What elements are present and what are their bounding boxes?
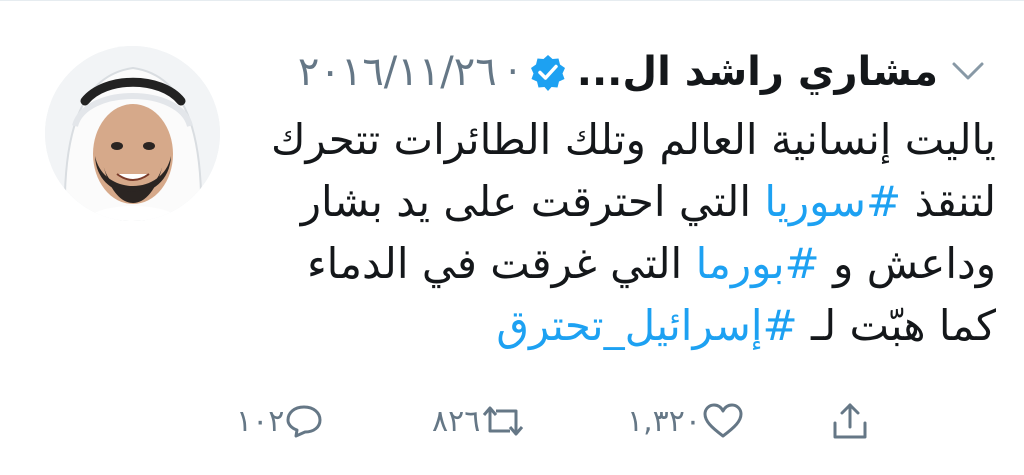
retweet-button[interactable]: ٨٢٦	[432, 396, 526, 446]
tweet-header: مشاري راشد ال... · ٢٠١٦/١١/٢٦	[298, 37, 938, 107]
share-icon	[833, 403, 867, 439]
retweet-icon	[483, 406, 524, 436]
hashtag-link[interactable]: #بورما	[696, 239, 820, 288]
text-segment: لتنقذ	[901, 177, 996, 226]
text-segment: كما هبّت لـ	[797, 301, 996, 350]
reply-button[interactable]: ١٠٢	[236, 396, 324, 446]
text-segment: وداعش و	[819, 239, 996, 288]
tweet-text-line: لتنقذ #سوريا التي احترقت على يد بشار	[256, 171, 996, 233]
share-button[interactable]	[830, 396, 870, 446]
like-button[interactable]: ١,٣٢٠	[627, 396, 745, 446]
tweet-actions: ١٠٢ ٨٢٦ ١,٣٢٠	[0, 396, 1024, 446]
tweet-text: ياليت إنسانية العالم وتلك الطائرات تتحرك…	[256, 109, 996, 357]
retweet-count: ٨٢٦	[432, 403, 481, 439]
tweet-date[interactable]: ٢٠١٦/١١/٢٦	[298, 49, 497, 95]
tweet-text-line: كما هبّت لـ #إسرائيل_تحترق	[256, 295, 996, 357]
header-separator: ·	[506, 50, 519, 94]
chevron-down-icon[interactable]	[950, 56, 986, 84]
avatar-portrait-icon	[45, 46, 220, 221]
heart-icon	[703, 403, 743, 438]
reply-icon	[286, 405, 322, 438]
tweet-text-line: ياليت إنسانية العالم وتلك الطائرات تتحرك	[270, 115, 996, 164]
text-segment: التي احترقت على يد بشار	[300, 177, 765, 226]
like-count: ١,٣٢٠	[627, 403, 701, 439]
tweet-card[interactable]: مشاري راشد ال... · ٢٠١٦/١١/٢٦ ياليت إنسا…	[0, 0, 1024, 475]
hashtag-link[interactable]: #سوريا	[764, 177, 901, 226]
author-name[interactable]: مشاري راشد ال...	[577, 49, 938, 95]
author-avatar[interactable]	[45, 46, 220, 221]
reply-count: ١٠٢	[236, 403, 285, 439]
text-segment: التي غرقت في الدماء	[306, 239, 696, 288]
verified-badge-icon	[530, 55, 565, 91]
tweet-text-line: وداعش و #بورما التي غرقت في الدماء	[256, 233, 996, 295]
hashtag-link[interactable]: #إسرائيل_تحترق	[496, 301, 797, 350]
